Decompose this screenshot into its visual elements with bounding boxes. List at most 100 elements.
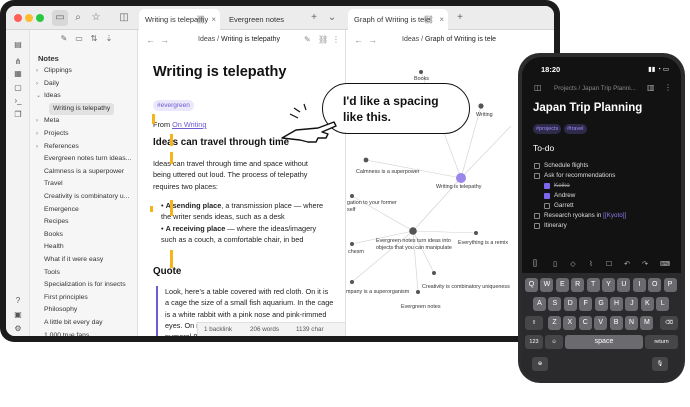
- help-icon[interactable]: ?: [10, 294, 26, 308]
- calendar-icon[interactable]: ▦: [10, 67, 26, 81]
- key-d[interactable]: D: [563, 297, 577, 311]
- checkbox-icon[interactable]: ☐: [604, 260, 614, 268]
- keyboard-dismiss-icon[interactable]: ⌨: [660, 260, 670, 268]
- sidebar-item[interactable]: Health: [36, 241, 64, 253]
- mobile-note-title[interactable]: Japan Trip Planning: [533, 102, 642, 114]
- sidebar-item[interactable]: Evergreen notes turn ideas...: [36, 153, 131, 165]
- link-icon[interactable]: ⛓: [318, 35, 328, 44]
- sidebar-item[interactable]: Creativity is combinatory u...: [36, 191, 129, 203]
- globe-icon[interactable]: ⊕: [532, 357, 548, 371]
- page-icon[interactable]: ▢: [10, 81, 26, 95]
- file-icon[interactable]: ▯: [550, 260, 560, 268]
- terminal-icon[interactable]: ›_: [10, 94, 26, 108]
- graph-node-everything-remix[interactable]: [474, 231, 478, 235]
- tab-graph[interactable]: Graph of Writing is tele ⛓ ×: [348, 9, 448, 30]
- key-r[interactable]: R: [571, 278, 585, 292]
- note-title[interactable]: Writing is telepathy: [153, 64, 341, 80]
- maximize-window-button[interactable]: [36, 14, 44, 22]
- sidebar-item[interactable]: Calmness is a superpower: [36, 166, 124, 178]
- kyoto-link[interactable]: [[Kyoto]]: [603, 212, 626, 219]
- more-options-icon[interactable]: ⋮: [332, 35, 340, 44]
- tab-evergreen-notes[interactable]: Evergreen notes: [223, 9, 303, 30]
- backlinks-count[interactable]: 1 backlink: [204, 323, 232, 336]
- tag-travel[interactable]: #travel: [564, 124, 587, 134]
- key-h[interactable]: H: [610, 297, 623, 311]
- chevron-down-icon[interactable]: ⌄: [324, 10, 340, 26]
- sort-icon[interactable]: ⇅: [88, 34, 100, 43]
- mobile-breadcrumb[interactable]: Projects / Japan Trip Planni...: [554, 85, 636, 92]
- sidebar-item[interactable]: 1,000 true fans: [36, 330, 89, 336]
- graph-node-calmness[interactable]: [363, 157, 369, 163]
- key-w[interactable]: W: [540, 278, 554, 292]
- graph-node-chesm[interactable]: [350, 242, 354, 246]
- graph-node-evergreen-notes[interactable]: [416, 290, 420, 294]
- files-icon[interactable]: ▤: [10, 38, 26, 52]
- undo-icon[interactable]: ↶: [622, 260, 632, 268]
- numbers-key[interactable]: 123: [525, 335, 543, 349]
- key-v[interactable]: V: [594, 316, 608, 330]
- sidebar-item[interactable]: Philosophy: [36, 304, 77, 316]
- key-o[interactable]: O: [648, 278, 662, 292]
- emoji-key[interactable]: ☺: [545, 335, 563, 349]
- checked-checkbox[interactable]: [544, 193, 550, 199]
- tab-writing-is-telepathy[interactable]: Writing is telepathy ⛓ ×: [139, 9, 220, 30]
- checkbox[interactable]: [544, 203, 550, 209]
- sidebar-item[interactable]: › Projects: [36, 128, 69, 140]
- key-f[interactable]: F: [579, 297, 593, 311]
- key-q[interactable]: Q: [525, 278, 538, 292]
- tag-icon[interactable]: ◇: [568, 260, 578, 268]
- sidebar-item[interactable]: What if it were easy: [36, 254, 103, 266]
- key-n[interactable]: N: [625, 316, 638, 330]
- on-writing-link[interactable]: On Writing: [172, 120, 206, 129]
- close-tab-icon[interactable]: ×: [211, 9, 216, 30]
- microphone-icon[interactable]: 🎙: [652, 357, 668, 371]
- key-e[interactable]: E: [555, 278, 569, 292]
- redo-icon[interactable]: ↷: [640, 260, 650, 268]
- return-key[interactable]: return: [645, 335, 678, 349]
- edit-icon[interactable]: ✎: [304, 35, 311, 44]
- checked-checkbox[interactable]: [544, 183, 550, 189]
- new-tab-icon[interactable]: +: [452, 10, 468, 26]
- new-tab-icon[interactable]: +: [306, 10, 322, 26]
- key-y[interactable]: Y: [602, 278, 615, 292]
- back-arrow-icon[interactable]: ←: [146, 35, 155, 45]
- sidebar-item[interactable]: › References: [36, 141, 79, 153]
- key-l[interactable]: L: [656, 297, 670, 311]
- copy-icon[interactable]: ❐: [10, 108, 26, 122]
- sidebar-item[interactable]: › Meta: [36, 115, 59, 127]
- key-a[interactable]: A: [533, 297, 546, 311]
- bracket-icon[interactable]: []: [530, 260, 540, 267]
- new-note-icon[interactable]: ✎: [58, 34, 70, 43]
- minimize-window-button[interactable]: [25, 14, 33, 22]
- graph-node-writing[interactable]: [478, 103, 484, 109]
- sidebar-item[interactable]: › Daily: [36, 78, 59, 90]
- graph-node-books[interactable]: [419, 70, 423, 74]
- vault-icon[interactable]: ▣: [10, 308, 26, 322]
- key-p[interactable]: P: [663, 278, 677, 292]
- graph-node-writing-is-telepathy[interactable]: [456, 173, 466, 183]
- sidebar-item[interactable]: Writing is telepathy: [49, 102, 115, 115]
- graph-node-navigation[interactable]: [350, 194, 354, 198]
- book-icon[interactable]: ▥: [647, 83, 655, 92]
- attach-icon[interactable]: ⌇: [586, 260, 596, 268]
- key-u[interactable]: U: [617, 278, 631, 292]
- sidebar-toggle-icon[interactable]: ◫: [116, 10, 132, 26]
- breadcrumb-folder[interactable]: Ideas: [198, 36, 215, 43]
- tag-evergreen[interactable]: #evergreen: [153, 100, 194, 111]
- forward-arrow-icon[interactable]: →: [160, 35, 169, 45]
- folder-icon[interactable]: ▭: [52, 10, 68, 26]
- note-content[interactable]: Writing is telepathy #evergreen From On …: [153, 64, 341, 336]
- more-options-icon[interactable]: ⋮: [664, 83, 672, 92]
- key-c[interactable]: C: [578, 316, 592, 330]
- graph-node-company[interactable]: [350, 280, 354, 284]
- close-tab-icon[interactable]: ×: [439, 9, 444, 30]
- key-k[interactable]: K: [640, 297, 654, 311]
- collapse-icon[interactable]: ⇣: [103, 34, 115, 43]
- settings-gear-icon[interactable]: ⚙: [10, 322, 26, 336]
- key-s[interactable]: S: [548, 297, 562, 311]
- key-z[interactable]: Z: [548, 316, 561, 330]
- graph-node-evergreen-notes-turn[interactable]: [409, 227, 417, 235]
- checkbox[interactable]: [534, 163, 540, 169]
- key-i[interactable]: I: [632, 278, 646, 292]
- sidebar-item[interactable]: First principles: [36, 292, 88, 304]
